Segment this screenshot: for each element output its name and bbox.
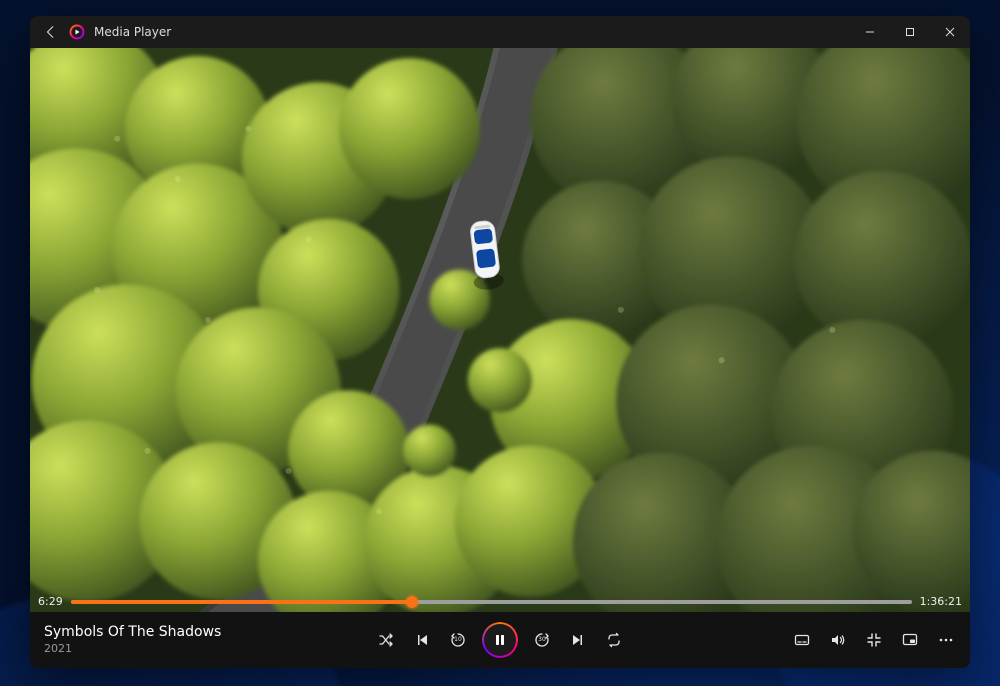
track-year: 2021 bbox=[44, 642, 221, 656]
seek-thumb[interactable] bbox=[406, 596, 418, 608]
seek-fill bbox=[71, 600, 412, 604]
volume-button[interactable] bbox=[828, 630, 848, 650]
elapsed-time: 6:29 bbox=[38, 595, 63, 608]
app-icon bbox=[66, 16, 88, 48]
more-options-button[interactable] bbox=[936, 630, 956, 650]
minimize-button[interactable] bbox=[850, 16, 890, 48]
pause-icon bbox=[494, 634, 506, 646]
now-playing-info: Symbols Of The Shadows 2021 bbox=[44, 624, 221, 655]
shuffle-button[interactable] bbox=[376, 630, 396, 650]
total-time: 1:36:21 bbox=[920, 595, 962, 608]
fullscreen-exit-button[interactable] bbox=[864, 630, 884, 650]
media-player-window: Media Player bbox=[30, 16, 970, 668]
skip-back-button[interactable]: 10 bbox=[448, 630, 468, 650]
skip-forward-button[interactable]: 30 bbox=[532, 630, 552, 650]
track-title: Symbols Of The Shadows bbox=[44, 624, 221, 642]
mini-player-button[interactable] bbox=[900, 630, 920, 650]
app-title: Media Player bbox=[94, 25, 171, 39]
repeat-button[interactable] bbox=[604, 630, 624, 650]
previous-button[interactable] bbox=[412, 630, 432, 650]
close-button[interactable] bbox=[930, 16, 970, 48]
back-button[interactable] bbox=[36, 16, 66, 48]
video-surface[interactable]: 6:29 1:36:21 bbox=[30, 48, 970, 612]
control-bar: Symbols Of The Shadows 2021 bbox=[30, 612, 970, 668]
play-pause-button[interactable] bbox=[484, 624, 516, 656]
seek-row: 6:29 1:36:21 bbox=[30, 595, 970, 608]
maximize-button[interactable] bbox=[890, 16, 930, 48]
next-button[interactable] bbox=[568, 630, 588, 650]
seek-slider[interactable] bbox=[71, 600, 912, 604]
titlebar: Media Player bbox=[30, 16, 970, 48]
captions-button[interactable] bbox=[792, 630, 812, 650]
